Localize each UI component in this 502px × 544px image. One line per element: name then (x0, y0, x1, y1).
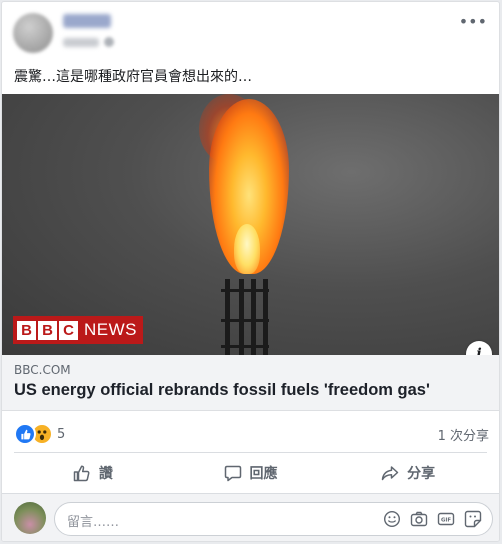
author-avatar[interactable] (13, 13, 53, 53)
more-options-button[interactable]: ••• (459, 14, 487, 30)
info-icon[interactable]: i (466, 341, 492, 355)
bbc-news-logo: B B C NEWS (13, 316, 143, 344)
comment-label: 回應 (249, 466, 278, 482)
post-meta (63, 37, 114, 47)
gif-icon[interactable]: GIF (437, 510, 455, 528)
link-domain: BBC.COM (14, 363, 71, 377)
svg-text:GIF: GIF (441, 518, 451, 524)
like-label: 讚 (98, 466, 113, 482)
flame-core (234, 224, 260, 274)
comment-bubble-icon (224, 465, 241, 482)
share-label: 分享 (407, 466, 436, 482)
comment-button[interactable]: 回應 (172, 453, 330, 493)
link-preview-image[interactable]: B B C NEWS i (2, 94, 499, 355)
audience-icon (104, 37, 114, 47)
reaction-summary[interactable]: 5 (14, 423, 65, 445)
share-count[interactable]: 1 次分享 (438, 425, 489, 444)
share-arrow-icon (381, 466, 399, 481)
comment-placeholder: 留言…… (67, 515, 120, 530)
post-timestamp-blurred[interactable] (63, 37, 99, 47)
post-card: ••• 震驚…這是哪種政府官員會想出來的… B B C NEWS i BBC.C… (1, 1, 500, 542)
like-button[interactable]: 讚 (14, 453, 172, 493)
post-header: ••• (2, 2, 499, 62)
comment-tools: GIF (383, 510, 482, 528)
share-button[interactable]: 分享 (329, 453, 487, 493)
sticker-icon[interactable] (464, 510, 482, 528)
comment-input[interactable]: 留言…… GIF (54, 502, 493, 536)
camera-icon[interactable] (410, 510, 428, 528)
emoji-icon[interactable] (383, 510, 401, 528)
thumbs-up-icon (73, 465, 90, 482)
link-caption[interactable]: BBC.COM US energy official rebrands foss… (2, 355, 499, 411)
author-name-blurred[interactable] (63, 14, 111, 28)
comment-composer: 留言…… GIF (2, 494, 499, 541)
reaction-count: 5 (57, 426, 66, 442)
action-bar: 讚 回應 分享 (14, 453, 487, 493)
flare-stack (221, 279, 269, 355)
like-icon (14, 423, 36, 445)
viewer-avatar[interactable] (14, 502, 46, 534)
post-text: 震驚…這是哪種政府官員會想出來的… (14, 69, 252, 85)
link-title[interactable]: US energy official rebrands fossil fuels… (14, 381, 430, 400)
